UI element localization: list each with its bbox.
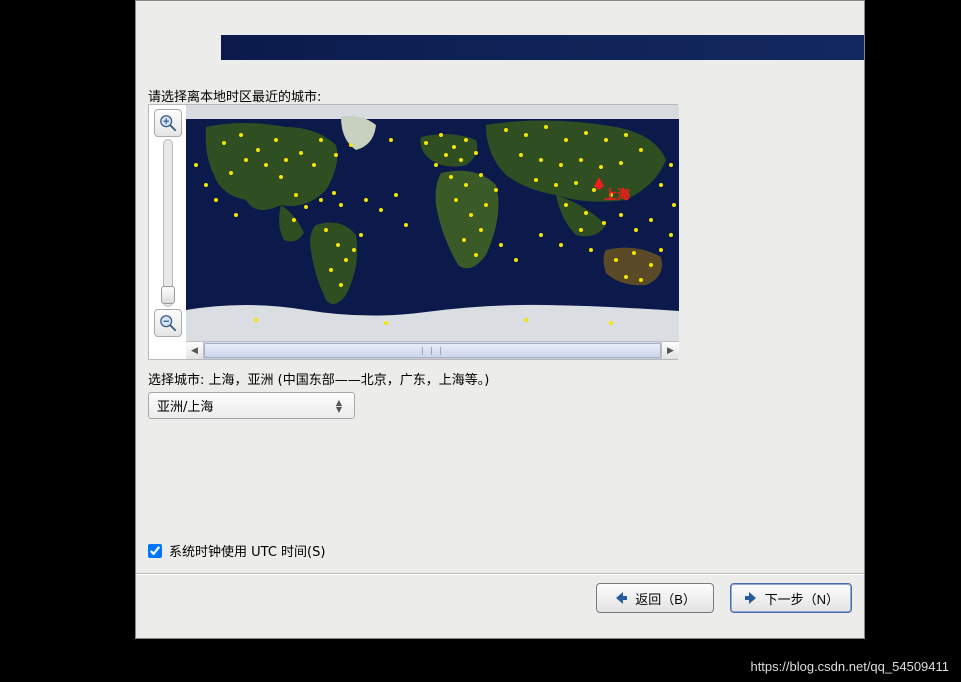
map-horizontal-scrollbar[interactable]: ◀ | | | ▶ <box>186 341 679 359</box>
zoom-control <box>149 105 186 341</box>
zoom-out-icon <box>159 314 177 332</box>
utc-checkbox[interactable] <box>148 544 162 558</box>
back-button-label: 返回（B） <box>635 589 696 608</box>
scroll-left-arrow-icon[interactable]: ◀ <box>186 342 204 359</box>
next-button-label: 下一步（N） <box>765 589 839 608</box>
selected-city-marker-label: 上海 <box>604 187 630 203</box>
utc-checkbox-label: 系统时钟使用 UTC 时间(S) <box>169 541 325 560</box>
zoom-in-icon <box>159 114 177 132</box>
dropdown-arrows-icon: ▲▼ <box>332 399 346 413</box>
scroll-right-arrow-icon[interactable]: ▶ <box>661 342 679 359</box>
city-dropdown[interactable]: 亚洲/上海 ▲▼ <box>148 392 355 419</box>
zoom-slider-thumb[interactable] <box>161 286 175 304</box>
installer-window: 请选择离本地时区最近的城市: <box>135 0 865 639</box>
timezone-map-container: 上海 ◀ | | | ▶ <box>148 104 678 360</box>
footer-buttons: 返回（B） 下一步（N） <box>596 583 852 613</box>
header-band <box>221 35 864 60</box>
zoom-in-button[interactable] <box>154 109 182 137</box>
footer-separator <box>136 573 864 574</box>
watermark-text: https://blog.csdn.net/qq_54509411 <box>750 659 949 674</box>
prompt-label: 请选择离本地时区最近的城市: <box>148 86 321 105</box>
zoom-out-button[interactable] <box>154 309 182 337</box>
scroll-thumb[interactable]: | | | <box>204 343 661 358</box>
next-button[interactable]: 下一步（N） <box>730 583 852 613</box>
arrow-left-icon <box>613 590 629 606</box>
city-dropdown-value: 亚洲/上海 <box>157 396 332 415</box>
scroll-track[interactable]: | | | <box>204 342 661 359</box>
back-button[interactable]: 返回（B） <box>596 583 714 613</box>
world-map[interactable]: 上海 <box>186 105 679 341</box>
utc-checkbox-row[interactable]: 系统时钟使用 UTC 时间(S) <box>148 541 325 560</box>
zoom-slider[interactable] <box>163 139 173 307</box>
selected-city-label: 选择城市: 上海，亚洲 (中国东部——北京，广东，上海等。) <box>148 369 489 388</box>
arrow-right-icon <box>743 590 759 606</box>
